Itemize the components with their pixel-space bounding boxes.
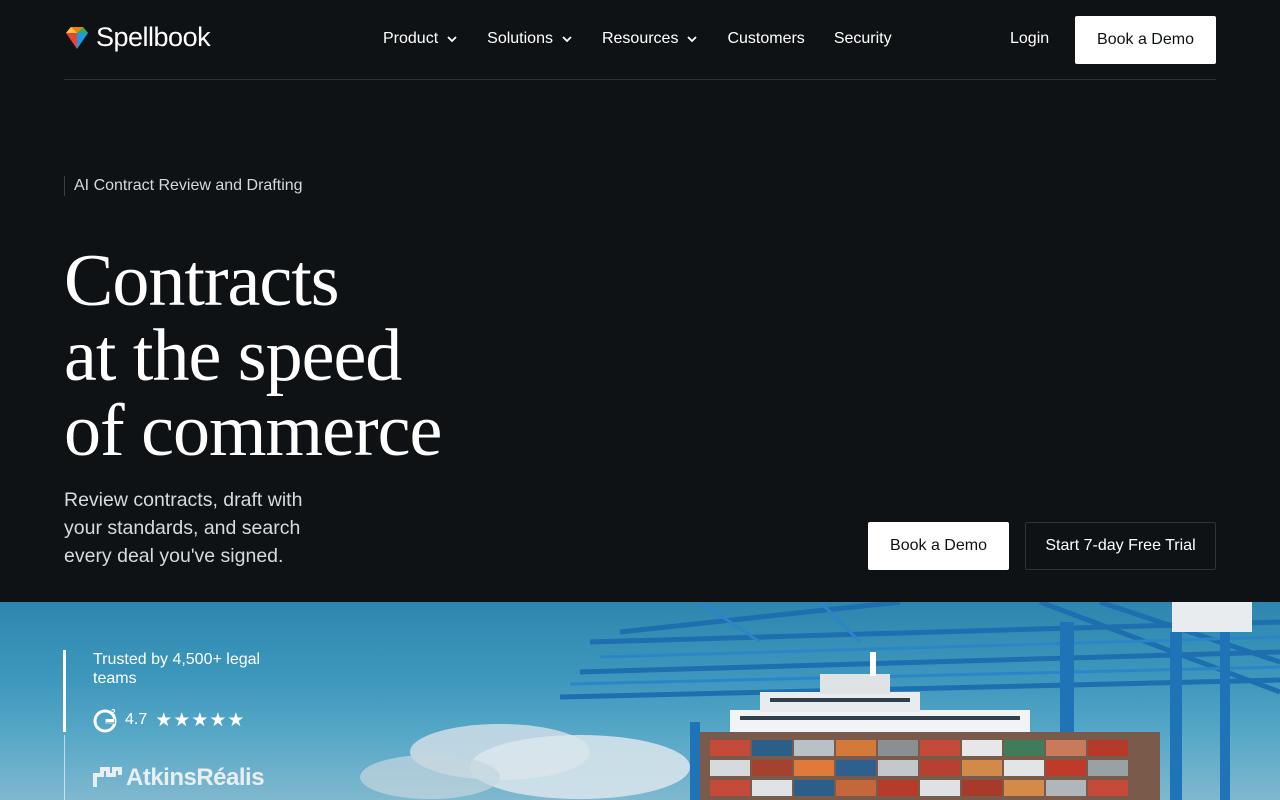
- star-rating-icon: ★★★★★: [155, 709, 246, 731]
- atkinsrealis-logo-icon: [93, 767, 122, 787]
- nav-item-product[interactable]: Product: [383, 30, 458, 48]
- login-link[interactable]: Login: [1010, 30, 1049, 48]
- gem-logo-icon: [66, 26, 88, 49]
- nav-item-resources[interactable]: Resources: [602, 30, 698, 48]
- nav-item-solutions[interactable]: Solutions: [487, 30, 573, 48]
- nav-item-label: Security: [833, 30, 892, 47]
- svg-text:2: 2: [111, 708, 116, 717]
- trust-text: Trusted by 4,500+ legal teams: [93, 651, 261, 687]
- rating-value: 4.7: [125, 711, 148, 728]
- book-demo-button[interactable]: Book a Demo: [868, 522, 1009, 570]
- hero-subcopy: Review contracts, draft with your standa…: [64, 489, 303, 567]
- hero-headline: Contracts at the speed of commerce: [64, 240, 442, 472]
- nav-item-security[interactable]: Security: [834, 30, 892, 48]
- g2-icon: 2: [93, 708, 117, 733]
- chevron-down-icon: [447, 36, 457, 43]
- client-logo-atkinsrealis: AtkinsRéalis: [92, 764, 265, 792]
- hero-eyebrow: AI Contract Review and Drafting: [64, 176, 303, 196]
- headline-line: at the speed: [64, 315, 402, 397]
- main-nav: Product Solutions Resources Customers Se…: [383, 30, 921, 48]
- chevron-down-icon: [687, 36, 698, 43]
- book-demo-button-header[interactable]: Book a Demo: [1075, 16, 1216, 64]
- chevron-down-icon: [562, 36, 572, 43]
- g2-rating: 2 4.7 ★★★★★: [93, 707, 245, 733]
- nav-item-label: Product: [383, 30, 439, 47]
- headline-line: of commerce: [64, 390, 442, 472]
- divider: [64, 735, 65, 800]
- free-trial-button[interactable]: Start 7-day Free Trial: [1025, 522, 1216, 570]
- client-logo-text: AtkinsRéalis: [126, 764, 265, 791]
- nav-item-customers[interactable]: Customers: [727, 30, 804, 48]
- nav-item-label: Customers: [727, 30, 805, 47]
- brand-logo[interactable]: Spellbook: [64, 22, 211, 53]
- nav-item-label: Resources: [601, 30, 679, 47]
- headline-line: Contracts: [64, 240, 340, 322]
- trust-accent-bar: [63, 650, 66, 732]
- site-header: Spellbook Product Solutions Resources Cu…: [64, 0, 1216, 80]
- nav-item-label: Solutions: [487, 30, 553, 47]
- brand-name: Spellbook: [96, 22, 211, 52]
